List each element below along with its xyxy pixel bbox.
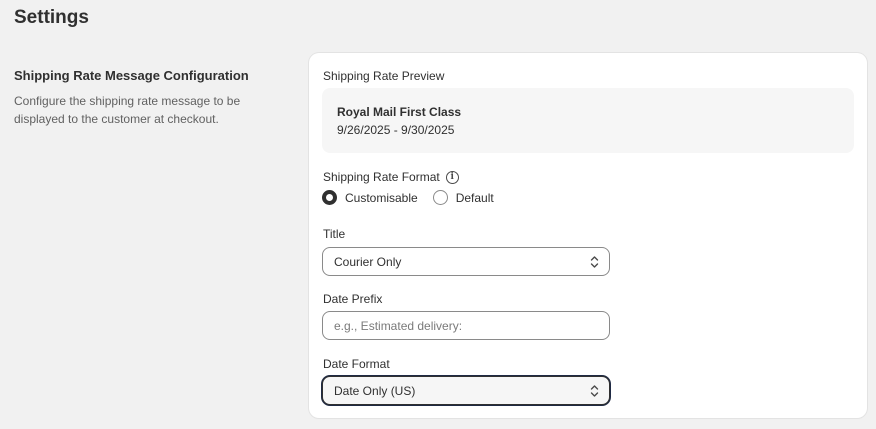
settings-card: Shipping Rate Preview Royal Mail First C…	[309, 53, 867, 418]
radio-default[interactable]: Default	[432, 190, 494, 205]
date-prefix-placeholder: e.g., Estimated delivery:	[334, 318, 463, 333]
section-heading: Shipping Rate Message Configuration	[14, 68, 249, 83]
date-prefix-input[interactable]: e.g., Estimated delivery:	[322, 311, 610, 340]
section-description: Configure the shipping rate message to b…	[14, 94, 241, 126]
format-label: Shipping Rate Format	[323, 170, 440, 184]
radio-button-checked[interactable]	[322, 190, 337, 205]
title-select-value: Courier Only	[334, 254, 402, 269]
format-radio-group: Customisable Default	[322, 190, 509, 205]
date-prefix-label: Date Prefix	[323, 292, 383, 306]
settings-page: Settings Shipping Rate Message Configura…	[0, 0, 876, 429]
select-chevrons-icon	[590, 256, 599, 268]
radio-customisable[interactable]: Customisable	[322, 190, 418, 205]
date-format-select[interactable]: Date Only (US)	[322, 376, 610, 405]
preview-rate-dates: 9/26/2025 - 9/30/2025	[337, 123, 455, 137]
title-label: Title	[323, 227, 346, 241]
radio-label-default: Default	[455, 190, 494, 205]
date-format-select-value: Date Only (US)	[334, 383, 416, 398]
title-select[interactable]: Courier Only	[322, 247, 610, 276]
date-format-label: Date Format	[323, 357, 390, 371]
preview-label: Shipping Rate Preview	[323, 69, 445, 83]
radio-button-unchecked[interactable]	[432, 190, 448, 205]
page-title: Settings	[14, 7, 89, 28]
radio-label-customisable: Customisable	[345, 190, 418, 205]
select-chevrons-icon	[590, 385, 599, 397]
shipping-rate-preview: Royal Mail First Class 9/26/2025 - 9/30/…	[322, 88, 854, 153]
format-label-row: Shipping Rate Format i	[323, 170, 459, 184]
info-icon[interactable]: i	[445, 170, 459, 184]
preview-rate-title: Royal Mail First Class	[337, 105, 462, 119]
